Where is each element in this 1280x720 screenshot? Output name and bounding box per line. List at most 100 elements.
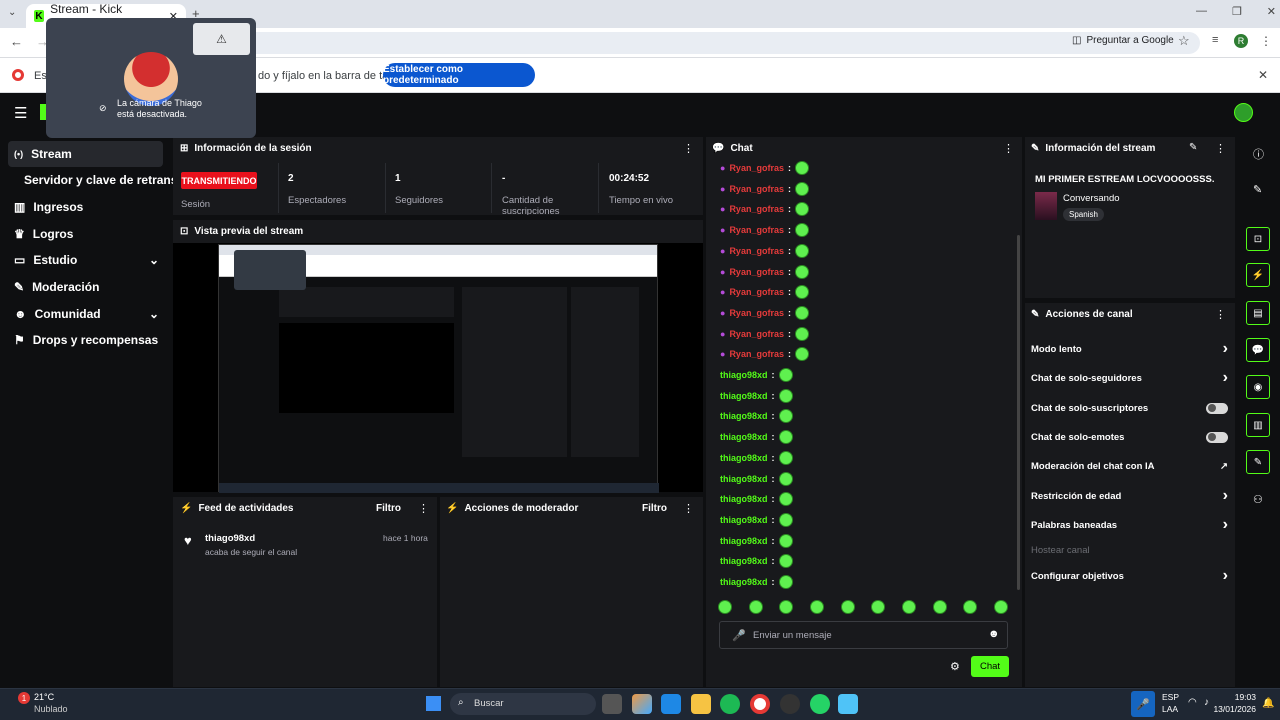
emote-icon[interactable]	[794, 243, 809, 258]
chat-username[interactable]: Ryan_gofras	[729, 204, 784, 214]
ask-google-button[interactable]: ◫ Preguntar a Google	[1072, 35, 1174, 46]
send-chat-button[interactable]: Chat	[971, 656, 1009, 677]
chat-username[interactable]: thiago98xd	[720, 515, 768, 525]
chat-username[interactable]: Ryan_gofras	[729, 184, 784, 194]
emote-icon[interactable]	[794, 326, 809, 341]
sidebar-item-server-key[interactable]: Servidor y clave de retransm	[18, 167, 173, 193]
emote-picker-icon[interactable]	[993, 600, 1008, 614]
chat-username[interactable]: thiago98xd	[720, 577, 768, 587]
emote-icon[interactable]	[778, 409, 793, 424]
emote-picker-icon[interactable]	[748, 600, 763, 614]
channel-action-row[interactable]: Palabras baneadas ›	[1031, 514, 1228, 536]
sidebar-item-comunidad[interactable]: ☻ Comunidad ⌄	[8, 301, 163, 327]
emote-icon[interactable]	[778, 533, 793, 548]
sidebar-item-ingresos[interactable]: ▥ Ingresos	[8, 194, 163, 220]
emote-icon[interactable]	[794, 285, 809, 300]
broadcast-rail-button[interactable]: ◉	[1246, 375, 1270, 399]
chat-menu-icon[interactable]: ⋮	[1003, 142, 1014, 155]
browser-menu-icon[interactable]: ⋮	[1260, 34, 1272, 48]
emoji-icon[interactable]: ☻	[988, 628, 1000, 640]
emote-picker-icon[interactable]	[718, 600, 732, 614]
chat-rail-button[interactable]: 💬	[1246, 338, 1270, 362]
sidebar-item-drops[interactable]: ⚑ Drops y recompensas	[8, 327, 163, 353]
chat-username[interactable]: Ryan_gofras	[729, 246, 784, 256]
chat-username[interactable]: thiago98xd	[720, 474, 768, 484]
emote-icon[interactable]	[794, 264, 809, 279]
emote-icon[interactable]	[778, 430, 793, 445]
mic-tray-icon[interactable]: 🎤	[1131, 691, 1155, 717]
sidebar-item-estudio[interactable]: ▭ Estudio ⌄	[8, 247, 163, 273]
user-avatar[interactable]	[1234, 103, 1253, 122]
emote-icon[interactable]	[794, 305, 809, 320]
mod-filter-button[interactable]: Filtro	[642, 503, 667, 514]
sidebar-item-stream[interactable]: (•) Stream	[8, 141, 163, 167]
chat-username[interactable]: Ryan_gofras	[729, 287, 784, 297]
windows-start-icon[interactable]	[426, 696, 441, 711]
emote-icon[interactable]	[778, 575, 793, 589]
chat-username[interactable]: Ryan_gofras	[729, 163, 784, 173]
feed-menu-icon[interactable]: ⋮	[418, 502, 429, 515]
minimize-icon[interactable]: —	[1196, 5, 1207, 18]
emote-picker-icon[interactable]	[809, 600, 824, 614]
channel-action-row[interactable]: Chat de solo-suscriptores	[1031, 397, 1228, 419]
bookmark-star-icon[interactable]: ☆	[1178, 33, 1190, 49]
back-icon[interactable]: ←	[10, 34, 23, 49]
restore-icon[interactable]: ❐	[1232, 5, 1242, 18]
note-rail-button[interactable]: ▤	[1246, 301, 1270, 325]
edge-icon[interactable]	[661, 694, 681, 714]
emote-icon[interactable]	[794, 223, 809, 238]
people-rail-icon[interactable]: ⚇	[1253, 493, 1263, 506]
capture-rail-button[interactable]: ⊡	[1246, 227, 1270, 251]
channel-action-row[interactable]: Moderación del chat con IA ↗	[1031, 455, 1228, 477]
obs-icon[interactable]	[780, 694, 800, 714]
session-menu-icon[interactable]: ⋮	[683, 142, 694, 155]
emote-icon[interactable]	[794, 181, 809, 196]
warning-icon[interactable]: ⚠	[193, 23, 250, 55]
reading-list-icon[interactable]: ≡	[1212, 34, 1218, 46]
profile-avatar[interactable]: R	[1234, 34, 1248, 48]
wrench-rail-button[interactable]: ✎	[1246, 450, 1270, 474]
chat-username[interactable]: Ryan_gofras	[729, 308, 784, 318]
mod-menu-icon[interactable]: ⋮	[683, 502, 694, 515]
notifications-icon[interactable]: 🔔	[1262, 698, 1274, 709]
chat-input[interactable]: 🎤 Enviar un mensaje ☻	[719, 621, 1008, 649]
tab-list-icon[interactable]: ⌄	[8, 7, 16, 18]
chat-username[interactable]: thiago98xd	[720, 391, 768, 401]
emote-icon[interactable]	[778, 368, 793, 382]
chrome-taskbar-icon[interactable]	[750, 694, 770, 714]
chat-username[interactable]: thiago98xd	[720, 536, 768, 546]
explorer-icon[interactable]	[691, 694, 711, 714]
info-rail-icon[interactable]: ⓘ	[1253, 146, 1264, 162]
emote-picker-icon[interactable]	[901, 600, 916, 614]
feed-username[interactable]: thiago98xd	[205, 533, 255, 544]
emote-picker-icon[interactable]	[932, 600, 947, 614]
pencil-rail-icon[interactable]: ✎	[1253, 183, 1262, 196]
close-window-icon[interactable]: ✕	[1267, 5, 1276, 18]
chat-username[interactable]: thiago98xd	[720, 370, 768, 380]
feed-filter-button[interactable]: Filtro	[376, 503, 401, 514]
emote-icon[interactable]	[794, 161, 809, 175]
emote-icon[interactable]	[778, 450, 793, 465]
task-view-icon[interactable]	[602, 694, 622, 714]
spotify-icon[interactable]	[720, 694, 740, 714]
emote-icon[interactable]	[778, 388, 793, 403]
toggle-switch[interactable]	[1206, 402, 1228, 414]
chat-username[interactable]: thiago98xd	[720, 494, 768, 504]
chat-username[interactable]: Ryan_gofras	[729, 349, 784, 359]
emote-picker-icon[interactable]	[779, 600, 794, 614]
channel-action-row[interactable]: Chat de solo-seguidores ›	[1031, 367, 1228, 389]
chat-username[interactable]: thiago98xd	[720, 432, 768, 442]
whatsapp-icon[interactable]	[810, 694, 830, 714]
channel-action-row[interactable]: Configurar objetivos ›	[1031, 565, 1228, 587]
channel-action-row[interactable]: Chat de solo-emotes	[1031, 426, 1228, 448]
toggle-switch[interactable]	[1206, 431, 1228, 443]
sidebar-item-logros[interactable]: ♛ Logros	[8, 221, 163, 247]
wifi-icon[interactable]: ◠	[1188, 697, 1197, 708]
emote-icon[interactable]	[778, 492, 793, 507]
language-indicator[interactable]: ESP	[1162, 692, 1179, 702]
set-default-button[interactable]: Establecer como predeterminado	[383, 63, 535, 87]
emote-icon[interactable]	[778, 554, 793, 569]
infobar-close-icon[interactable]: ✕	[1258, 68, 1268, 82]
chat-username[interactable]: thiago98xd	[720, 453, 768, 463]
channel-action-row[interactable]: Modo lento ›	[1031, 338, 1228, 360]
